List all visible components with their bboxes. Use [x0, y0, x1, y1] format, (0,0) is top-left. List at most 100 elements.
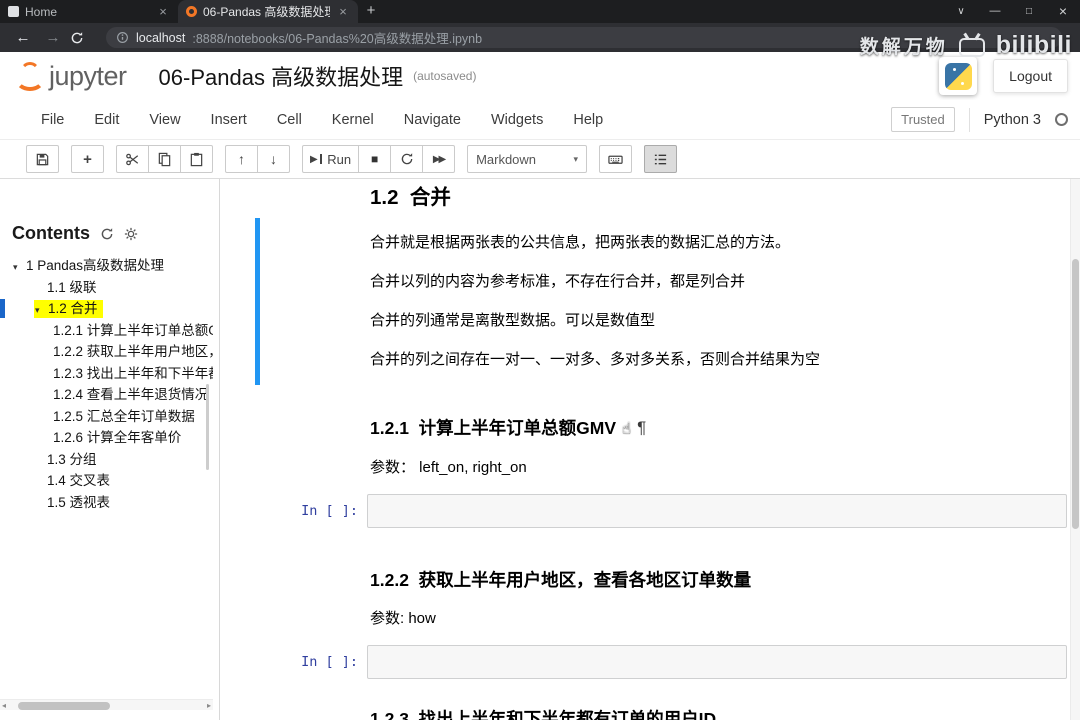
- command-palette-button[interactable]: [599, 145, 633, 173]
- toc-item-1-3[interactable]: 1.3 分组: [0, 449, 213, 471]
- logout-button[interactable]: Logout: [993, 59, 1068, 93]
- toc-tree: ▾ 1 Pandas高级数据处理 1.1 级联 ▾ 1.2 合并 1.2.1 计算上…: [0, 255, 213, 513]
- reload-icon: [71, 31, 83, 43]
- copy-cell-button[interactable]: [148, 145, 181, 173]
- scroll-right-icon[interactable]: ▸: [207, 700, 211, 711]
- active-indicator-bar: [0, 299, 5, 318]
- tab-close-icon[interactable]: ×: [156, 4, 170, 19]
- toc-item-1-2[interactable]: ▾ 1.2 合并: [0, 298, 213, 320]
- paste-icon: [190, 152, 203, 166]
- run-button[interactable]: ▶ Run: [302, 145, 360, 173]
- quote-line: 合并的列通常是离散型数据。可以是数值型: [370, 312, 656, 329]
- reload-button[interactable]: [70, 31, 96, 45]
- scroll-left-icon[interactable]: ◂: [2, 700, 6, 711]
- menu-view[interactable]: View: [134, 112, 195, 128]
- menu-kernel[interactable]: Kernel: [317, 112, 389, 128]
- restart-icon: [401, 153, 412, 165]
- tab-close-icon[interactable]: ×: [336, 4, 350, 19]
- move-cell-down-button[interactable]: ↓: [257, 145, 290, 173]
- toc-item-1-2-5[interactable]: 1.2.5 汇总全年订单数据: [0, 406, 213, 428]
- tree-caret-icon[interactable]: ▾: [13, 257, 26, 277]
- minimize-button[interactable]: —: [978, 0, 1012, 23]
- section-heading-1-2-3-partial[interactable]: 1.2.3 找出上半年和下半年都有订单的用户ID: [370, 706, 716, 720]
- toc-item-1-5[interactable]: 1.5 透视表: [0, 492, 213, 514]
- heading-text: 1.2.2 获取上半年用户地区，查看各地区订单数量: [370, 570, 752, 590]
- menu-edit[interactable]: Edit: [79, 112, 134, 128]
- url-host: localhost: [136, 30, 186, 45]
- new-tab-button[interactable]: +: [358, 0, 384, 23]
- menu-widgets[interactable]: Widgets: [476, 112, 558, 128]
- params-text-2: 参数: how: [370, 610, 436, 627]
- toc-item-1-2-6[interactable]: 1.2.6 计算全年客单价: [0, 427, 213, 449]
- divider: [968, 107, 970, 132]
- play-icon: ▶: [310, 153, 318, 165]
- notebook-title[interactable]: 06-Pandas 高级数据处理: [159, 60, 404, 92]
- dropdown-caret-icon: ▾: [573, 153, 579, 164]
- toc-refresh-button[interactable]: [100, 227, 114, 241]
- code-input-area[interactable]: [367, 645, 1067, 679]
- down-arrow-icon: ↓: [270, 151, 277, 167]
- close-window-button[interactable]: ×: [1046, 0, 1080, 23]
- toc-item-1-4[interactable]: 1.4 交叉表: [0, 470, 213, 492]
- toc-item-1-2-4[interactable]: 1.2.4 查看上半年退货情况: [0, 384, 213, 406]
- input-prompt: In [ ]:: [301, 654, 358, 670]
- fast-forward-icon: ▶▶: [432, 153, 446, 165]
- section-heading-1-2-2[interactable]: 1.2.2 获取上半年用户地区，查看各地区订单数量: [370, 567, 751, 592]
- notebook-scrollbar[interactable]: [1070, 179, 1080, 720]
- sidebar-horizontal-scrollbar[interactable]: ◂ ▸: [0, 699, 213, 710]
- section-heading-1-2[interactable]: 1.2 合并: [370, 180, 451, 210]
- code-cell-2[interactable]: In [ ]:: [255, 645, 1067, 679]
- save-button[interactable]: [26, 145, 59, 173]
- scrollbar-thumb[interactable]: [1072, 259, 1079, 529]
- move-cell-up-button[interactable]: ↑: [225, 145, 258, 173]
- paste-cell-button[interactable]: [180, 145, 213, 173]
- jupyter-header: jupyter 06-Pandas 高级数据处理 (autosaved) Log…: [0, 52, 1080, 100]
- menu-help[interactable]: Help: [558, 112, 618, 128]
- code-input-area[interactable]: [367, 494, 1067, 528]
- copy-icon: [158, 152, 171, 166]
- clipboard-group: [116, 145, 213, 173]
- sidebar-vertical-scrollbar[interactable]: [206, 384, 209, 470]
- keyboard-icon: [608, 155, 623, 164]
- python-logo-card: [939, 57, 978, 95]
- menu-insert[interactable]: Insert: [196, 112, 262, 128]
- restart-kernel-button[interactable]: [390, 145, 424, 173]
- toc-item-1-2-2[interactable]: 1.2.2 获取上半年用户地区，查看各地区订单数量: [0, 341, 213, 363]
- browser-tab-home[interactable]: Home ×: [0, 0, 178, 23]
- address-bar[interactable]: localhost:8888/notebooks/06-Pandas%20高级数…: [106, 27, 1062, 48]
- section-heading-1-2-1[interactable]: 1.2.1 计算上半年订单总额GMV ☝ ¶: [370, 415, 646, 440]
- toc-item-1-2-1[interactable]: 1.2.1 计算上半年订单总额GMV: [0, 320, 213, 342]
- toc-item-1-1[interactable]: 1.1 级联: [0, 277, 213, 299]
- jupyter-logo[interactable]: jupyter: [14, 60, 127, 92]
- gear-icon: [124, 227, 138, 240]
- interrupt-kernel-button[interactable]: ■: [358, 145, 392, 173]
- scrollbar-thumb[interactable]: [18, 701, 110, 710]
- cut-cell-button[interactable]: [116, 145, 149, 173]
- cell-type-value: Markdown: [476, 151, 537, 167]
- back-button[interactable]: ←: [10, 29, 36, 46]
- restart-run-all-button[interactable]: ▶▶: [422, 145, 456, 173]
- add-cell-button[interactable]: +: [71, 145, 104, 173]
- toc-settings-button[interactable]: [124, 227, 138, 241]
- toc-item-1[interactable]: ▾ 1 Pandas高级数据处理: [0, 255, 213, 277]
- forward-button[interactable]: →: [40, 29, 66, 46]
- contents-header: Contents: [12, 223, 138, 244]
- cell-type-dropdown[interactable]: Markdown ▾: [467, 145, 588, 173]
- menu-cell[interactable]: Cell: [262, 112, 317, 128]
- menu-file[interactable]: File: [26, 112, 79, 128]
- toc-item-1-2-3[interactable]: 1.2.3 找出上半年和下半年都有订单的用户: [0, 363, 213, 385]
- trusted-badge: Trusted: [891, 107, 955, 132]
- markdown-cell-quote[interactable]: 合并就是根据两张表的公共信息，把两张表的数据汇总的方法。 合并以列的内容为参考标…: [255, 218, 1067, 385]
- tree-caret-icon[interactable]: ▾: [35, 300, 48, 320]
- tab-search-icon[interactable]: ∨: [944, 0, 978, 23]
- jupyter-favicon: [186, 6, 197, 17]
- anchor-link-icon[interactable]: ¶: [637, 418, 646, 438]
- notebook-area: 1.2 合并 合并就是根据两张表的公共信息，把两张表的数据汇总的方法。 合并以列…: [221, 179, 1080, 720]
- menu-navigate[interactable]: Navigate: [389, 112, 476, 128]
- heading-text: 1.2.1 计算上半年订单总额GMV: [370, 418, 617, 438]
- maximize-button[interactable]: □: [1012, 0, 1046, 23]
- browser-tab-notebook[interactable]: 06-Pandas 高级数据处理 ×: [178, 0, 358, 23]
- toc-toggle-button[interactable]: [644, 145, 678, 173]
- list-icon: [654, 154, 667, 164]
- code-cell-1[interactable]: In [ ]:: [255, 494, 1067, 528]
